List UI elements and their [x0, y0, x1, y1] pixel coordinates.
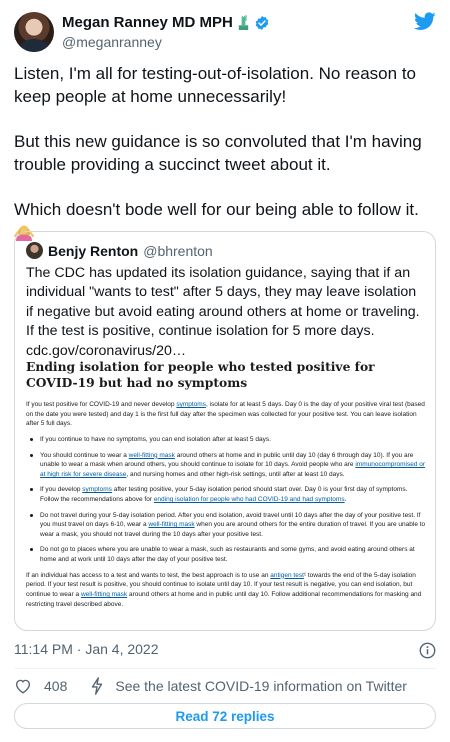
author-name[interactable]: Megan Ranney MD MPH [62, 13, 233, 32]
cdc-guidance-image: Ending isolation for people who tested p… [26, 359, 426, 609]
quoted-author-avatar [26, 242, 43, 259]
doc-bullet: Do not go to places where you are unable… [26, 545, 426, 564]
info-icon[interactable] [419, 642, 436, 659]
quoted-tweet[interactable]: Benjy Renton @bhrenton The CDC has updat… [14, 231, 436, 631]
doc-link: well-fitting mask [128, 451, 175, 459]
doc-title: Ending isolation for people who tested p… [26, 359, 375, 390]
verified-badge-icon [255, 15, 269, 30]
doc-link: symptoms [176, 401, 206, 408]
author-handle[interactable]: @meganranney [62, 33, 270, 51]
doc-text: You should continue to wear a [40, 451, 129, 459]
doc-link: symptoms [82, 486, 112, 494]
tweet-body: Listen, I'm all for testing-out-of-isola… [14, 62, 440, 244]
statue-of-liberty-icon [238, 15, 249, 30]
quoted-tweet-text: The CDC has updated its isolation guidan… [26, 265, 420, 359]
quoted-tweet-header: Benjy Renton @bhrenton [26, 242, 213, 259]
doc-text: , and nursing homes and other high-risk … [126, 470, 345, 478]
read-replies-button[interactable]: Read 72 replies [14, 703, 436, 729]
author-name-row[interactable]: Megan Ranney MD MPH [62, 13, 270, 32]
doc-link: well-fitting mask [148, 521, 195, 529]
doc-text: If an individual has access to a test an… [26, 571, 271, 579]
doc-bullet: If you continue to have no symptoms, you… [26, 435, 426, 445]
doc-bullet: You should continue to wear a well-fitti… [26, 451, 426, 480]
doc-bullet: Do not travel during your 5-day isolatio… [26, 511, 426, 540]
tweet-actions: 408 See the latest COVID-19 information … [14, 676, 436, 696]
tweet-timestamp[interactable]: 11:14 PM · Jan 4, 2022 [14, 641, 159, 657]
quoted-author-handle: @bhrenton [143, 242, 213, 259]
doc-bullet: If you develop symptoms after testing po… [26, 485, 426, 504]
doc-link: well-fitting mask [80, 591, 128, 599]
doc-bullet-list: If you continue to have no symptoms, you… [26, 435, 426, 565]
bolt-icon [92, 677, 103, 695]
covid-info-link[interactable]: See the latest COVID-19 information on T… [115, 678, 407, 694]
tweet-paragraph: Listen, I'm all for testing-out-of-isola… [14, 64, 416, 106]
doc-intro: If you test positive for COVID-19 and ne… [26, 400, 426, 429]
quoted-author-name: Benjy Renton [48, 242, 139, 259]
twitter-bird-icon[interactable] [414, 12, 436, 31]
author-avatar[interactable] [14, 12, 54, 52]
tweet-paragraph: But this new guidance is so convoluted t… [14, 132, 422, 174]
doc-text: If you develop [40, 486, 83, 494]
like-count[interactable]: 408 [44, 678, 67, 694]
doc-text: If you test positive for COVID-19 and ne… [26, 401, 177, 408]
doc-link: antigen test [270, 571, 304, 579]
doc-link: ending isolation for people who had COVI… [153, 496, 345, 504]
tweet-header: Megan Ranney MD MPH @meganranney [14, 12, 436, 56]
divider [14, 668, 436, 669]
doc-outro: If an individual has access to a test an… [26, 571, 426, 610]
tweet-paragraph: Which doesn't bode well for our being ab… [14, 200, 419, 219]
heart-icon[interactable] [14, 677, 32, 695]
author-info: Megan Ranney MD MPH @meganranney [62, 13, 270, 51]
doc-text: . [344, 496, 347, 504]
